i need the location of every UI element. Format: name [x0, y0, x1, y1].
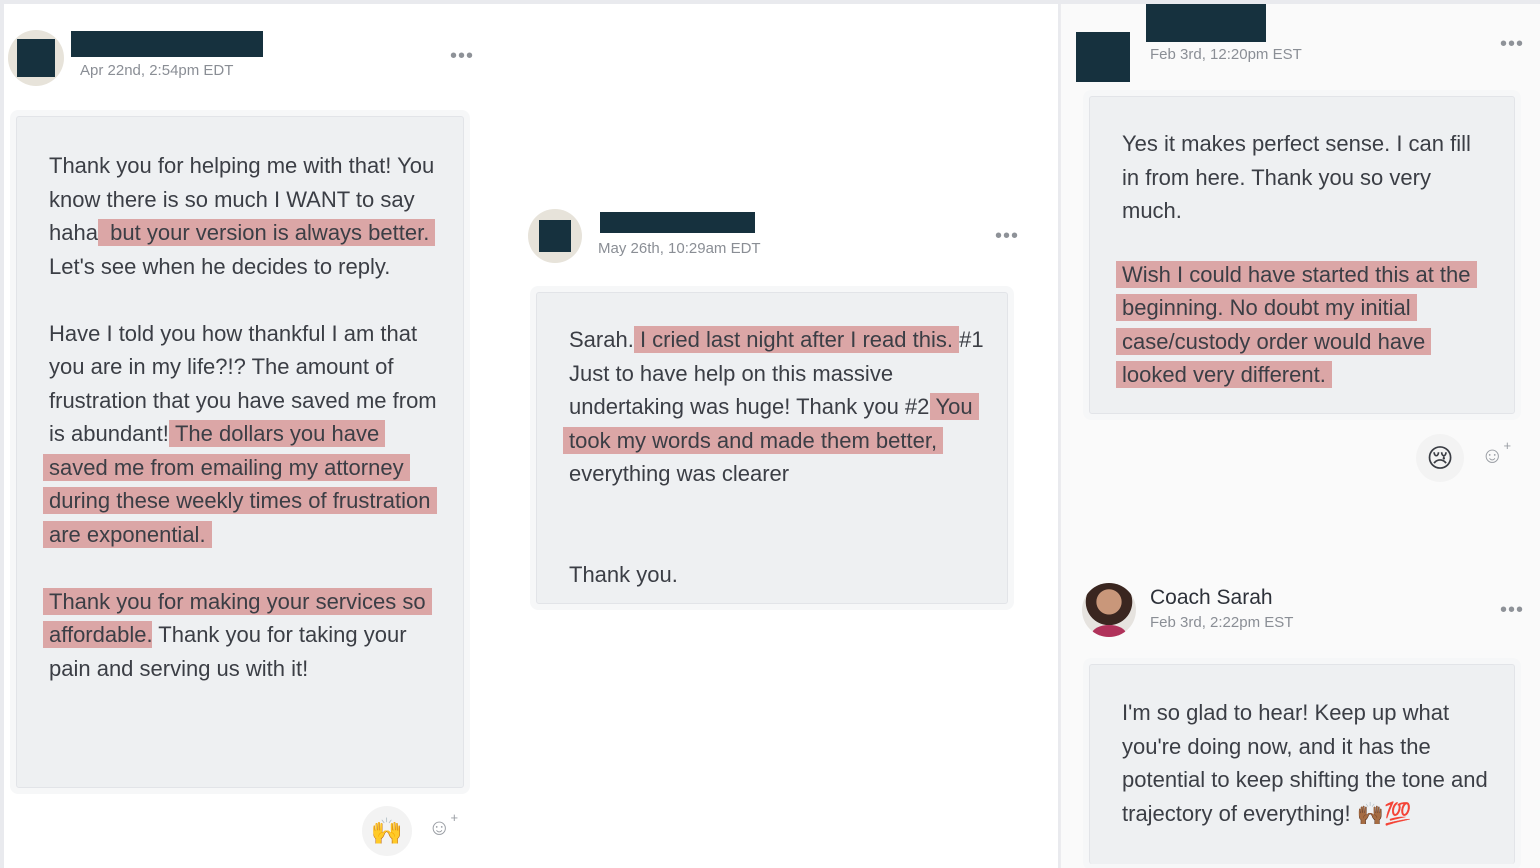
message-paragraph: Yes it makes perfect sense. I can fill i…: [1122, 127, 1492, 228]
message-body: Sarah. I cried last night after I read t…: [563, 323, 989, 592]
post-panel-right: Feb 3rd, 12:20pm EST ••• Yes it makes pe…: [1060, 4, 1540, 868]
post-timestamp: Apr 22nd, 2:54pm EDT: [80, 62, 234, 79]
add-emoji-icon[interactable]: ☺+: [428, 810, 458, 840]
user-avatar[interactable]: [528, 209, 582, 263]
message-paragraph: I'm so glad to hear! Keep up what you're…: [1122, 696, 1492, 830]
message-text: everything was clearer: [569, 461, 790, 486]
redacted-username: [600, 212, 755, 233]
highlighted-text: Wish I could have started this at the be…: [1116, 260, 1477, 388]
reaction-raising-hands[interactable]: 🙌: [362, 806, 412, 856]
post-timestamp: Feb 3rd, 2:22pm EST: [1150, 614, 1294, 631]
more-horizontal-icon[interactable]: •••: [1500, 34, 1524, 54]
message-body: Thank you for helping me with that! You …: [43, 149, 439, 686]
message-text: Sarah.: [569, 327, 640, 352]
post-timestamp: Feb 3rd, 12:20pm EST: [1150, 46, 1302, 63]
message-paragraph: Sarah. I cried last night after I read t…: [563, 323, 989, 491]
redacted-username: [71, 31, 263, 57]
highlighted-text: I cried last night after I read this.: [633, 326, 959, 353]
user-avatar[interactable]: [1076, 32, 1130, 82]
message-paragraph: Wish I could have started this at the be…: [1116, 258, 1492, 392]
post-panel-middle: May 26th, 10:29am EDT ••• Sarah. I cried…: [482, 4, 1058, 868]
message-body: Yes it makes perfect sense. I can fill i…: [1116, 127, 1492, 392]
reaction-crying-face[interactable]: 😢: [1416, 434, 1464, 482]
more-horizontal-icon[interactable]: •••: [995, 226, 1019, 246]
coach-name[interactable]: Coach Sarah: [1150, 586, 1273, 610]
message-paragraph: Thank you.: [569, 558, 989, 592]
add-emoji-icon[interactable]: ☺+: [1481, 438, 1511, 468]
more-horizontal-icon[interactable]: •••: [450, 46, 474, 66]
highlighted-text: but your version is always better.: [98, 219, 436, 246]
coach-avatar[interactable]: [1082, 583, 1136, 637]
message-paragraph: Thank you for helping me with that! You …: [49, 149, 439, 283]
message-text: Let's see when he decides to reply.: [49, 253, 391, 279]
post-timestamp: May 26th, 10:29am EDT: [598, 240, 761, 257]
redacted-username: [1146, 4, 1266, 42]
more-horizontal-icon[interactable]: •••: [1500, 600, 1524, 620]
post-panel-left: Apr 22nd, 2:54pm EDT ••• Thank you for h…: [4, 4, 482, 868]
message-paragraph: Thank you for making your services so af…: [43, 585, 439, 686]
message-body: I'm so glad to hear! Keep up what you're…: [1122, 696, 1492, 830]
message-text: I'm so glad to hear! Keep up what you're…: [1122, 700, 1488, 826]
user-avatar[interactable]: [8, 30, 64, 86]
message-text: Yes it makes perfect sense. I can fill i…: [1122, 131, 1471, 223]
message-paragraph: Have I told you how thankful I am that y…: [43, 317, 439, 552]
message-text: Thank you.: [569, 561, 678, 587]
